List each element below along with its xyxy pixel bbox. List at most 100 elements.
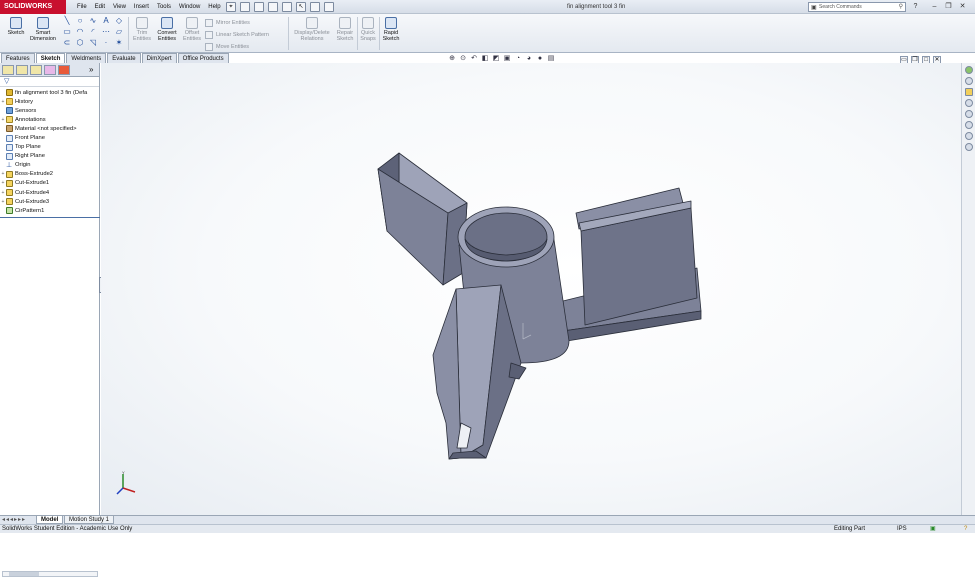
configuration-manager-tab-icon[interactable] (30, 65, 42, 75)
menu-edit[interactable]: Edit (91, 0, 109, 14)
tab-weldments[interactable]: Weldments (66, 53, 107, 63)
menu-insert[interactable]: Insert (130, 0, 153, 14)
help-status-icon[interactable]: ? (964, 525, 967, 533)
tab-motion-study[interactable]: Motion Study 1 (64, 516, 115, 524)
line-icon[interactable]: ╲ (62, 16, 72, 25)
status-rebuild-icon[interactable]: ▣ (930, 525, 936, 533)
smart-dimension-button[interactable]: Smart Dimension (28, 17, 58, 42)
tree-item-front-plane[interactable]: Front Plane (0, 133, 99, 142)
menu-view[interactable]: View (109, 0, 130, 14)
view-palette-icon[interactable] (964, 99, 973, 107)
tree-item-material[interactable]: Material <not specified> (0, 124, 99, 133)
restore-icon[interactable]: ❐ (943, 1, 954, 12)
scrollbar-thumb[interactable] (9, 572, 39, 576)
search-scope-icon[interactable]: ▣ (811, 4, 817, 12)
resources-icon[interactable] (964, 66, 973, 74)
construction-line-icon[interactable]: ⋯ (101, 27, 111, 36)
fin-alignment-tool-model[interactable] (377, 152, 702, 460)
mirror-entities-button[interactable]: Mirror Entities (205, 17, 269, 29)
design-library-icon[interactable] (964, 77, 973, 85)
zoom-to-area-icon[interactable]: ⊙ (459, 55, 467, 63)
menu-window[interactable]: Window (175, 0, 204, 14)
appearances-icon[interactable] (964, 110, 973, 118)
tab-dimxpert[interactable]: DimXpert (141, 53, 177, 63)
slot-icon[interactable]: ⊂ (62, 38, 72, 47)
hide-show-items-icon[interactable]: ◔ (514, 55, 522, 63)
tree-item-cut-extrude1[interactable]: + Cut-Extrude1 (0, 179, 99, 188)
open-icon[interactable] (254, 2, 264, 12)
tree-item-cut-extrude3[interactable]: + Cut-Extrude3 (0, 197, 99, 206)
display-style-icon[interactable]: ▣ (503, 55, 511, 63)
tab-office-products[interactable]: Office Products (177, 53, 229, 63)
unit-system[interactable]: IPS (897, 525, 907, 533)
custom-properties-icon[interactable] (964, 121, 973, 129)
rapid-sketch-button[interactable]: Rapid Sketch (381, 17, 401, 42)
sketch-point-icon[interactable]: ✶ (114, 38, 124, 47)
view-orientation-icon[interactable]: ◩ (492, 55, 500, 63)
save-icon[interactable] (268, 2, 278, 12)
property-manager-tab-icon[interactable] (16, 65, 28, 75)
move-entities-button[interactable]: Move Entities (205, 41, 269, 53)
rebuild-icon[interactable] (310, 2, 320, 12)
tab-sketch[interactable]: Sketch (35, 53, 66, 63)
display-delete-relations-button[interactable]: Display/Delete Relations (291, 17, 333, 42)
convert-entities-button[interactable]: Convert Entities (154, 17, 180, 42)
tab-model[interactable]: Model (36, 516, 64, 524)
panel-horizontal-scrollbar[interactable] (2, 571, 98, 577)
linear-sketch-pattern-button[interactable]: Linear Sketch Pattern (205, 29, 269, 41)
offset-entities-button[interactable]: Offset Entities (180, 17, 204, 42)
file-explorer-icon[interactable] (964, 88, 973, 96)
search-commands-input[interactable]: ▣ Search Commands ⚲ (808, 2, 906, 12)
tab-evaluate[interactable]: Evaluate (107, 53, 141, 63)
point-icon[interactable]: · (101, 38, 111, 47)
arc-icon[interactable]: ◠ (75, 27, 85, 36)
previous-view-icon[interactable]: ↶ (470, 55, 478, 63)
tree-item-cirpattern1[interactable]: CirPattern1 (0, 206, 99, 215)
plane-sketch-icon[interactable]: ▱ (114, 27, 124, 36)
filter-icon[interactable]: ▽ (4, 78, 9, 85)
trim-entities-button[interactable]: Trim Entities (130, 17, 154, 42)
new-document-icon[interactable] (240, 2, 250, 12)
polygon-icon[interactable]: ⬡ (75, 38, 85, 47)
pin-icon[interactable]: ⌖ (226, 2, 236, 12)
tree-item-cut-extrude4[interactable]: + Cut-Extrude4 (0, 188, 99, 197)
tree-item-origin[interactable]: ⊥ Origin (0, 161, 99, 170)
tree-item-sensors[interactable]: Sensors (0, 106, 99, 115)
tab-scroll-arrows[interactable]: ◂◂◂▸▸▸ (2, 516, 26, 524)
minimize-icon[interactable]: – (929, 1, 940, 12)
chevron-right-icon[interactable]: » (89, 65, 97, 75)
edit-appearance-icon[interactable]: ◕ (525, 55, 533, 63)
repair-sketch-button[interactable]: Repair Sketch (334, 17, 356, 42)
apply-scene-icon[interactable]: ● (536, 55, 544, 63)
tree-item-history[interactable]: + History (0, 97, 99, 106)
tree-item-annotations[interactable]: + Annotations (0, 115, 99, 124)
fillet-icon[interactable]: ◜ (88, 27, 98, 36)
tree-item-top-plane[interactable]: Top Plane (0, 143, 99, 152)
select-icon[interactable]: ↖ (296, 2, 306, 12)
menu-help[interactable]: Help (204, 0, 224, 14)
sketch-button[interactable]: Sketch (4, 17, 28, 36)
view-settings-icon[interactable]: ▤ (547, 55, 555, 63)
circle-icon[interactable]: ○ (75, 16, 85, 25)
text-icon[interactable]: A (101, 16, 111, 25)
solidworks-logo[interactable]: SOLIDWORKS (0, 0, 66, 14)
menu-file[interactable]: File (73, 0, 91, 14)
sketch-picture-icon[interactable]: ◇ (114, 16, 124, 25)
print-icon[interactable] (282, 2, 292, 12)
options-icon[interactable] (324, 2, 334, 12)
section-view-icon[interactable]: ◧ (481, 55, 489, 63)
spline-icon[interactable]: ∿ (88, 16, 98, 25)
solidworks-forum-icon[interactable] (964, 132, 973, 140)
rollback-bar[interactable] (0, 217, 100, 219)
dimxpert-manager-tab-icon[interactable] (44, 65, 56, 75)
tree-root-part[interactable]: fin alignment tool 3 fin (Defa (0, 88, 99, 97)
rectangle-icon[interactable]: ▭ (62, 27, 72, 36)
help-icon[interactable]: ? (910, 1, 921, 12)
tab-features[interactable]: Features (1, 53, 35, 63)
menu-tools[interactable]: Tools (153, 0, 175, 14)
search-icon[interactable]: ⚲ (899, 3, 903, 11)
zoom-to-fit-icon[interactable]: ⊕ (448, 55, 456, 63)
graphics-area[interactable]: Y (101, 63, 961, 515)
display-manager-tab-icon[interactable] (58, 65, 70, 75)
close-icon[interactable]: ✕ (957, 1, 968, 12)
